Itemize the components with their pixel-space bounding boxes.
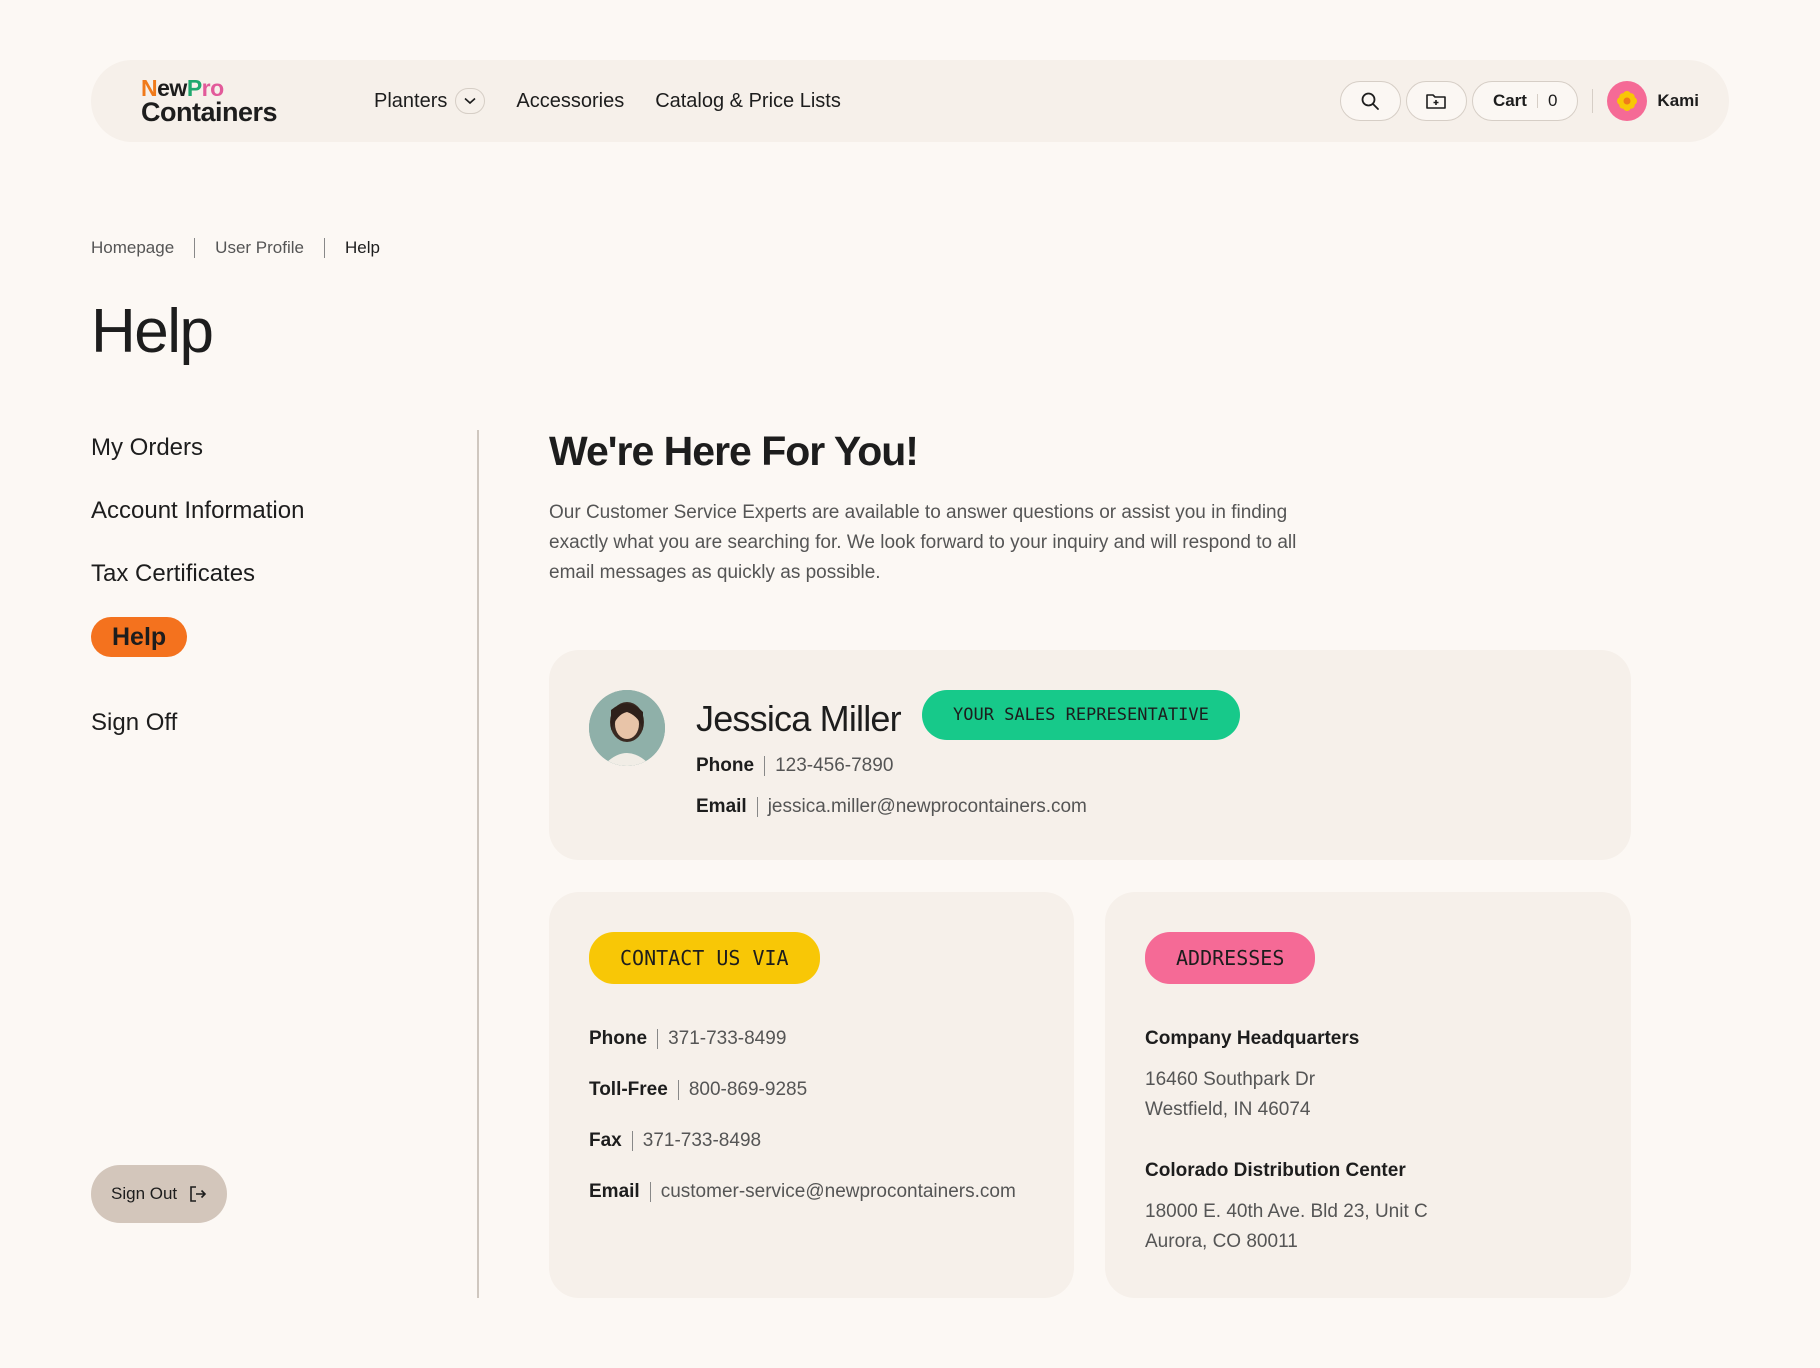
rep-name: Jessica Miller <box>696 698 902 739</box>
breadcrumb-divider <box>323 238 325 258</box>
cart-button[interactable]: Cart 0 <box>1471 81 1579 121</box>
rep-avatar <box>589 690 665 766</box>
contact-badge: CONTACT US VIA <box>589 932 820 984</box>
nav-planters[interactable]: Planters <box>374 88 486 114</box>
row-divider <box>677 1080 679 1100</box>
contact-email-value[interactable]: customer-service@newprocontainers.com <box>661 1181 1016 1203</box>
logo-containers: Containers <box>141 97 278 127</box>
search-icon <box>1362 92 1380 110</box>
contact-card: CONTACT US VIA Phone 371-733-8499 Toll-F… <box>549 892 1074 1298</box>
contact-phone-value[interactable]: 371-733-8499 <box>668 1028 786 1050</box>
sidebar-item-account-information[interactable]: Account Information <box>91 491 304 531</box>
hq-address-line1: 16460 Southpark Dr <box>1145 1069 1316 1090</box>
hq-address-line2: Westfield, IN 46074 <box>1145 1099 1311 1120</box>
cart-label: Cart <box>1492 91 1527 110</box>
flower-icon <box>1617 91 1638 111</box>
sign-out-label: Sign Out <box>111 1184 178 1203</box>
rep-email-value[interactable]: jessica.miller@newprocontainers.com <box>768 796 1087 818</box>
cart-count: 0 <box>1547 91 1558 110</box>
breadcrumb-divider <box>194 238 196 258</box>
sidebar-item-help[interactable]: Help <box>91 617 188 657</box>
sales-rep-badge: YOUR SALES REPRESENTATIVE <box>922 690 1240 740</box>
rep-email-row: Email jessica.miller@newprocontainers.co… <box>696 796 1087 818</box>
sidebar: My Orders Account Information Tax Certif… <box>91 428 304 766</box>
logo[interactable]: NewPro Containers <box>141 77 278 127</box>
row-divider <box>657 1029 659 1049</box>
breadcrumb-help: Help <box>344 238 380 257</box>
top-header: NewPro Containers Planters Accessories C… <box>91 60 1729 142</box>
sidebar-active-wrap: Help <box>91 617 304 680</box>
sign-out-button[interactable]: Sign Out <box>91 1165 228 1223</box>
row-divider <box>631 1131 633 1151</box>
page-title: Help <box>91 297 214 366</box>
contact-fax-value[interactable]: 371-733-8498 <box>643 1130 761 1152</box>
contact-row: Fax 371-733-8498 <box>589 1130 761 1152</box>
main-nav: Planters Accessories Catalog & Price Lis… <box>374 60 841 142</box>
rep-phone-row: Phone 123-456-7890 <box>696 755 893 777</box>
row-divider <box>764 756 766 776</box>
contact-row: Toll-Free 800-869-9285 <box>589 1079 807 1101</box>
chevron-down-icon[interactable] <box>455 88 486 114</box>
sales-rep-card: Jessica Miller YOUR SALES REPRESENTATIVE… <box>549 650 1631 860</box>
contact-tollfree-value[interactable]: 800-869-9285 <box>689 1079 807 1101</box>
cart-divider <box>1536 94 1538 108</box>
breadcrumb: Homepage User Profile Help <box>91 238 380 258</box>
colorado-address-line1: 18000 E. 40th Ave. Bld 23, Unit C <box>1145 1201 1428 1222</box>
nav-accessories-label: Accessories <box>516 89 625 112</box>
user-avatar[interactable] <box>1607 81 1648 121</box>
contact-row: Phone 371-733-8499 <box>589 1028 786 1050</box>
contact-phone-label: Phone <box>589 1028 648 1049</box>
user-name[interactable]: Kami <box>1657 91 1699 111</box>
sidebar-item-sign-off[interactable]: Sign Off <box>91 703 304 743</box>
contact-tollfree-label: Toll-Free <box>589 1079 668 1100</box>
header-actions: Cart 0 Kami <box>1339 60 1699 142</box>
contact-email-label: Email <box>589 1181 640 1202</box>
sidebar-divider <box>477 430 479 1298</box>
nav-planters-label: Planters <box>374 89 448 112</box>
sidebar-item-my-orders[interactable]: My Orders <box>91 428 304 468</box>
saved-folder-button[interactable] <box>1405 81 1467 121</box>
contact-row: Email customer-service@newprocontainers.… <box>589 1181 1016 1203</box>
sidebar-item-tax-certificates[interactable]: Tax Certificates <box>91 554 304 594</box>
nav-catalog-label: Catalog & Price Lists <box>655 89 841 112</box>
rep-phone-label: Phone <box>696 755 755 776</box>
contact-fax-label: Fax <box>589 1130 622 1151</box>
breadcrumb-user-profile[interactable]: User Profile <box>215 238 304 258</box>
search-button[interactable] <box>1339 81 1401 121</box>
header-divider <box>1592 89 1594 113</box>
row-divider <box>756 797 758 817</box>
breadcrumb-homepage[interactable]: Homepage <box>91 238 174 258</box>
section-title: We're Here For You! <box>549 428 919 474</box>
row-divider <box>649 1182 651 1202</box>
addresses-card: ADDRESSES Company Headquarters 16460 Sou… <box>1105 892 1631 1298</box>
rep-email-label: Email <box>696 796 747 817</box>
hq-title: Company Headquarters <box>1145 1028 1360 1049</box>
colorado-title: Colorado Distribution Center <box>1145 1160 1406 1181</box>
colorado-address-line2: Aurora, CO 80011 <box>1145 1231 1298 1252</box>
addresses-badge: ADDRESSES <box>1145 932 1316 984</box>
nav-accessories[interactable]: Accessories <box>516 90 624 113</box>
nav-catalog[interactable]: Catalog & Price Lists <box>655 90 841 113</box>
section-description: Our Customer Service Experts are availab… <box>549 502 1297 583</box>
rep-phone-value[interactable]: 123-456-7890 <box>775 755 893 777</box>
folder-add-icon <box>1426 94 1447 109</box>
logout-icon <box>190 1186 207 1202</box>
